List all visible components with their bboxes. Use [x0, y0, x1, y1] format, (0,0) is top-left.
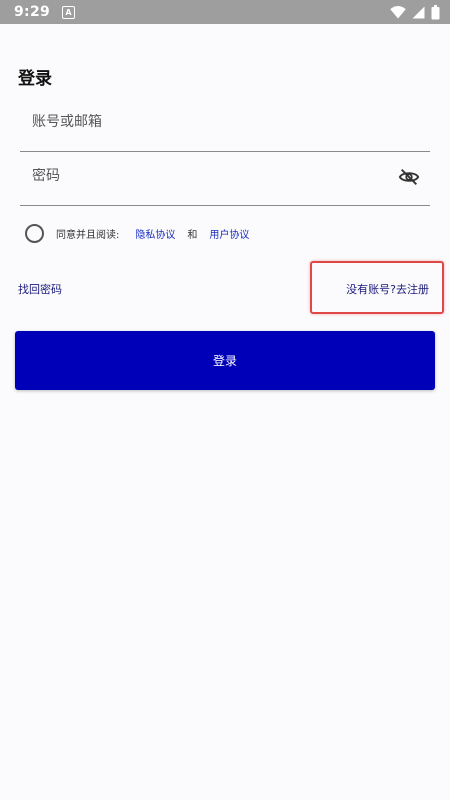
- page-title: 登录: [18, 69, 52, 89]
- battery-icon: [431, 4, 440, 19]
- agreement-radio[interactable]: [25, 224, 44, 243]
- agreement-conjunction: 和: [187, 230, 198, 241]
- user-agreement-link[interactable]: 用户协议: [209, 226, 249, 241]
- signal-icon: [412, 6, 425, 18]
- login-button[interactable]: 登录: [15, 331, 435, 390]
- notification-icon: A: [62, 5, 76, 19]
- status-time: 9:29: [14, 4, 51, 20]
- status-icons: [390, 4, 440, 20]
- account-input[interactable]: [32, 114, 382, 130]
- eye-off-icon[interactable]: [398, 166, 420, 188]
- account-field: [20, 98, 430, 152]
- register-link[interactable]: 没有账号?去注册: [346, 281, 429, 297]
- status-bar: 9:29 A: [0, 0, 450, 24]
- privacy-policy-link[interactable]: 隐私协议: [135, 226, 175, 241]
- agreement-text: 同意并且阅读:: [56, 230, 120, 241]
- password-input[interactable]: [32, 168, 382, 184]
- forgot-password-link[interactable]: 找回密码: [18, 281, 62, 297]
- agreement-row: 同意并且阅读: 隐私协议 和 用户协议: [25, 224, 249, 243]
- password-field: [20, 152, 430, 206]
- wifi-icon: [390, 5, 406, 18]
